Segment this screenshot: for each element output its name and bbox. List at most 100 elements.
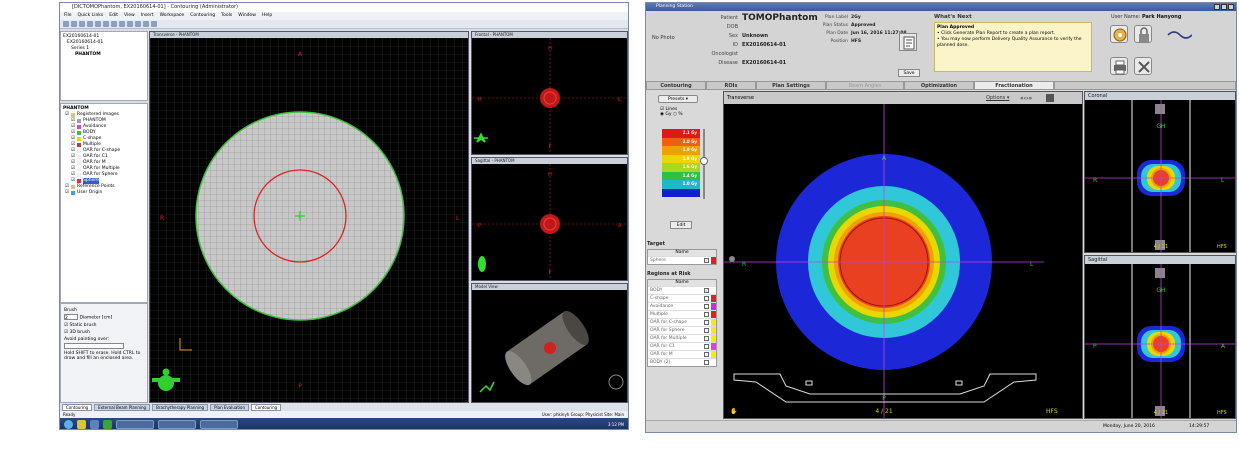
menu-item[interactable]: Insert [141, 12, 154, 20]
structure-row[interactable]: Avoidance [648, 302, 716, 310]
tab-plan-evaluation[interactable]: Plan Evaluation [210, 404, 249, 411]
structure-row[interactable]: C-shape [648, 294, 716, 302]
structure-checkbox[interactable] [704, 360, 709, 365]
diameter-select[interactable]: 2 [64, 314, 78, 321]
edit-button[interactable]: Edit [670, 221, 692, 229]
toolbar-button-icon[interactable] [119, 21, 125, 27]
transverse-view[interactable]: Transverse - PHANTOM A P R L [149, 31, 469, 403]
save-button[interactable]: Save [898, 69, 920, 77]
model-image[interactable] [472, 290, 627, 402]
sagittal-view[interactable]: Sagittal - PHANTOM H F P A [471, 157, 628, 281]
close-icon[interactable] [1228, 4, 1234, 10]
menu-item[interactable]: Contouring [190, 12, 215, 20]
structure-checkbox[interactable] [704, 336, 709, 341]
presets-dropdown[interactable]: Presets ▾ [658, 95, 698, 103]
folder-icon[interactable] [77, 420, 86, 429]
model-view[interactable]: Model View [471, 283, 628, 403]
toolbar-button-icon[interactable] [87, 21, 93, 27]
coronal-view[interactable]: Coronal GH R L 4 / 21 HFS [1084, 91, 1236, 253]
structure-row[interactable]: BODY ✓ [648, 286, 716, 294]
dose-slider-handle[interactable] [700, 157, 708, 165]
coronal-image[interactable]: GH R L 4 / 21 HFS [1085, 100, 1235, 252]
tab-external-beam-planning[interactable]: External Beam Planning [94, 404, 151, 411]
tab-plan-settings[interactable]: Plan Settings [756, 81, 826, 90]
slice-nav-buttons[interactable]: «‹›» [1020, 95, 1032, 102]
structure-row[interactable]: OAR for C-shape [648, 318, 716, 326]
structure-row[interactable]: OAR for C1 [648, 342, 716, 350]
static-brush-checkbox[interactable]: Static brush [69, 323, 96, 328]
structure-checkbox[interactable] [704, 304, 709, 309]
structure-visibility-checkbox[interactable]: ☑ [71, 178, 75, 184]
options-dropdown[interactable]: Options ▾ [986, 95, 1009, 101]
toolbar-button-icon[interactable] [95, 21, 101, 27]
toolbar-button-icon[interactable] [127, 21, 133, 27]
structure-row[interactable]: OAR for Multiple [648, 334, 716, 342]
tab-contouring[interactable]: Contouring [646, 81, 706, 90]
frontal-image[interactable]: H F R L [472, 38, 627, 154]
menu-item[interactable]: Help [262, 12, 272, 20]
toolbar-button-icon[interactable] [151, 21, 157, 27]
structure-row[interactable]: Multiple [648, 310, 716, 318]
transverse-dose-view[interactable]: Transverse Options ▾ «‹›» A P R L 4 / 21… [723, 91, 1083, 419]
units-radio[interactable]: ◉ Gy ○ % [660, 112, 722, 117]
toolbar-button-icon[interactable] [71, 21, 77, 27]
structure-checkbox[interactable]: ✓ [704, 288, 709, 293]
structure-checkbox[interactable] [704, 344, 709, 349]
frontal-view[interactable]: Frontal - PHANTOM H F R L [471, 31, 628, 155]
tab-rois[interactable]: ROIs [706, 81, 756, 90]
print-icon[interactable] [1110, 57, 1128, 75]
sagittal-image[interactable]: H F P A [472, 164, 627, 280]
app-icon[interactable] [90, 420, 99, 429]
toolbar-button-icon[interactable] [79, 21, 85, 27]
menu-item[interactable]: Edit [109, 12, 118, 20]
structure-row[interactable]: OAR for Sphere [648, 326, 716, 334]
structure-checkbox[interactable] [704, 328, 709, 333]
transverse-image[interactable]: A P R L [150, 38, 468, 402]
structure-visibility-checkbox[interactable]: ☑ [65, 112, 69, 118]
menu-item[interactable]: Quick Links [78, 12, 104, 20]
tab-fractionation[interactable]: Fractionation [974, 81, 1054, 90]
maximize-icon[interactable] [1221, 4, 1227, 10]
menu-item[interactable]: File [64, 12, 72, 20]
settings-icon[interactable] [1110, 25, 1128, 43]
structure-checkbox[interactable] [704, 352, 709, 357]
tab-contouring[interactable]: Contouring [62, 404, 93, 411]
avoid-painting-select[interactable] [64, 342, 124, 349]
structure-checkbox[interactable]: ✓ [704, 258, 709, 263]
taskbar-window[interactable] [158, 420, 196, 429]
toolbar-button-icon[interactable] [135, 21, 141, 27]
minimize-icon[interactable] [1214, 4, 1220, 10]
tree-item[interactable]: PHANTOM [63, 52, 145, 58]
toolbar-button-icon[interactable] [103, 21, 109, 27]
3d-brush-checkbox[interactable]: 3D brush [69, 330, 90, 335]
structure-checkbox[interactable] [704, 296, 709, 301]
menu-item[interactable]: Window [238, 12, 256, 20]
sagittal-image[interactable]: GH P A 4 / 21 HFS [1085, 264, 1235, 418]
structure-checkbox[interactable] [704, 320, 709, 325]
toolbar-button-icon[interactable] [143, 21, 149, 27]
taskbar-window[interactable] [116, 420, 154, 429]
start-icon[interactable] [64, 420, 73, 429]
taskbar-window[interactable] [200, 420, 238, 429]
menu-item[interactable]: Tools [221, 12, 232, 20]
tab-optimization[interactable]: Optimization [904, 81, 974, 90]
tab-contouring-2[interactable]: Contouring [250, 404, 282, 411]
structure-row[interactable]: Sphere ✓ [648, 256, 716, 264]
lock-icon[interactable] [1134, 25, 1152, 43]
transverse-dose-image[interactable]: A P R L 4 / 21 HFS ✋ [724, 104, 1082, 418]
structure-visibility-checkbox[interactable]: ☑ [65, 190, 69, 196]
structure-checkbox[interactable] [704, 312, 709, 317]
tab-brachytherapy-planning[interactable]: Brachytherapy Planning [152, 404, 209, 411]
menu-item[interactable]: View [124, 12, 135, 20]
sagittal-view[interactable]: Sagittal GH P A 4 / 21 HFS [1084, 255, 1236, 419]
toolbar-button-icon[interactable] [63, 21, 69, 27]
structure-row[interactable]: OAR for M [648, 350, 716, 358]
toolbar-button-icon[interactable] [111, 21, 117, 27]
app-icon[interactable] [103, 420, 112, 429]
structure-item[interactable]: ☑ User Origin [63, 190, 145, 196]
menu-item[interactable]: Workspace [160, 12, 185, 20]
tools-icon[interactable] [1134, 57, 1152, 75]
tab-beam-angles[interactable]: Beam Angles [826, 81, 904, 90]
structure-row[interactable]: BODY (2) [648, 358, 716, 366]
plan-report-icon[interactable] [899, 33, 917, 51]
